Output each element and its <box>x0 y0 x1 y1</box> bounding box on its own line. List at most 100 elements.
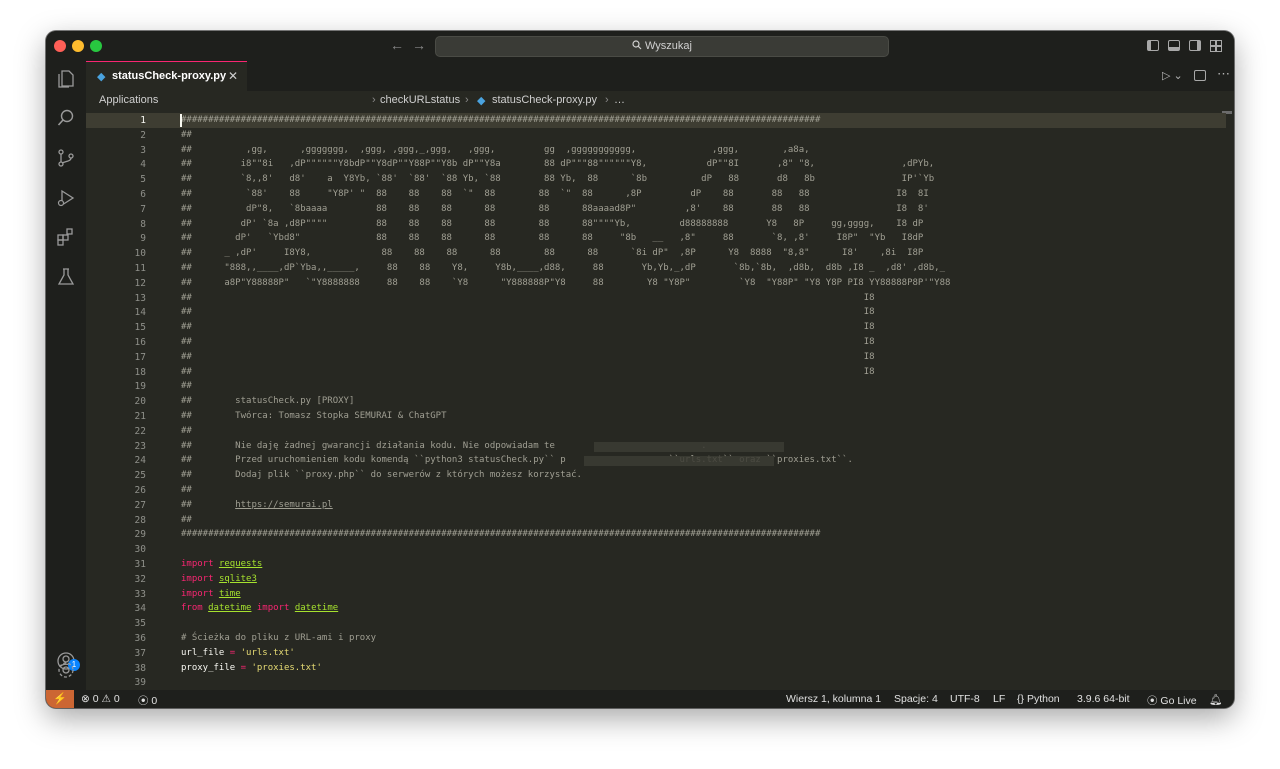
explorer-icon[interactable] <box>56 69 76 89</box>
code-line[interactable]: 31 import requests <box>86 557 1226 572</box>
encoding[interactable]: UTF-8 <box>950 693 980 705</box>
close-window-button[interactable] <box>54 40 66 52</box>
comment-text: ## `8,,8' d8' a Y8Yb, `88' `88' `88 Yb, … <box>181 174 935 185</box>
indentation[interactable]: Spacje: 4 <box>894 693 938 705</box>
breadcrumb-applications[interactable]: Applications <box>99 94 158 106</box>
code-line[interactable]: 10 ## _ ,dP' I8Y8, 88 88 88 88 88 88 `8i … <box>86 246 1226 261</box>
code-line[interactable]: 15 ## I8 <box>86 320 1226 335</box>
line-code: ## <box>181 483 192 498</box>
code-line[interactable]: 21 ## Twórca: Tomasz Stopka SEMURAI & Cha… <box>86 409 1226 424</box>
line-number: 1 <box>140 115 146 126</box>
go-live-label: Go Live <box>1160 695 1197 707</box>
minimize-window-button[interactable] <box>72 40 84 52</box>
comment-text: ## I8 <box>181 337 875 347</box>
language-mode[interactable]: {} Python <box>1017 693 1060 705</box>
toggle-panel-icon[interactable] <box>1168 40 1180 51</box>
comment-text: ## I8 <box>181 366 875 377</box>
line-number: 10 <box>134 248 146 260</box>
toggle-primary-sidebar-icon[interactable] <box>1147 40 1159 51</box>
code-line[interactable]: 12 ## a8P"Y88888P" `"Y8888888 88 88 `Y8 "… <box>86 276 1226 291</box>
code-line[interactable]: 28 ## <box>86 513 1226 528</box>
breadcrumb-symbol[interactable]: … <box>614 94 625 106</box>
line-number: 2 <box>140 129 146 141</box>
code-line[interactable]: 32 import sqlite3 <box>86 572 1226 587</box>
code-line[interactable]: 19 ## <box>86 379 1226 394</box>
code-line[interactable]: 39 <box>86 675 1226 690</box>
error-icon: ⊗ <box>81 693 90 705</box>
code-line[interactable]: 22 ## <box>86 424 1226 439</box>
customize-layout-icon[interactable] <box>1210 40 1222 52</box>
code-line[interactable]: 18 ## I8 <box>86 365 1226 380</box>
code-line[interactable]: 35 <box>86 616 1226 631</box>
line-number: 39 <box>134 677 146 689</box>
code-line[interactable]: 6 ## `88' 88 "Y8P' " 88 88 88 `" 88 88 `"… <box>86 187 1226 202</box>
remote-indicator-icon[interactable]: ⚡ <box>46 690 74 708</box>
code-line[interactable]: 1 #######################################… <box>86 113 1226 128</box>
language-label: Python <box>1026 693 1060 705</box>
notifications-bell-icon[interactable]: 🔔︎ <box>1209 693 1222 706</box>
code-line[interactable]: 7 ## dP"8, `8baaaa 88 88 88 88 88 88aaaad… <box>86 202 1226 217</box>
toggle-secondary-sidebar-icon[interactable] <box>1189 40 1201 51</box>
close-tab-icon[interactable]: ✕ <box>228 69 238 83</box>
go-live-button[interactable]: ⦿ Go Live <box>1147 693 1197 708</box>
breadcrumb-folder[interactable]: checkURLstatus <box>380 94 460 106</box>
breadcrumb-file[interactable]: statusCheck-proxy.py <box>492 94 597 106</box>
source-control-icon[interactable] <box>56 148 76 168</box>
back-arrow-icon[interactable]: ← <box>390 37 404 53</box>
ports-count: 0 <box>151 695 158 707</box>
line-code: ## I8 <box>181 335 875 350</box>
code-line[interactable]: 25 ## Dodaj plik ``proxy.php`` do serweró… <box>86 468 1226 483</box>
problems-indicator[interactable]: ⊗ 0 ⚠ 0 <box>81 693 120 705</box>
code-line[interactable]: 20 ## statusCheck.py [PROXY] <box>86 394 1226 409</box>
code-line[interactable]: 2 ## <box>86 128 1226 143</box>
command-center-search[interactable]: Wyszukaj <box>435 36 889 57</box>
code-line[interactable]: 27 ## https://semurai.pl <box>86 498 1226 513</box>
string-literal: 'urls.txt' <box>240 647 295 658</box>
code-line[interactable]: 33 import time <box>86 587 1226 602</box>
comment-text: ## Dodaj plik ``proxy.php`` do serwerów … <box>181 470 582 481</box>
code-line[interactable]: 34 from datetime import datetime <box>86 601 1226 616</box>
cursor-position[interactable]: Wiersz 1, kolumna 1 <box>786 693 881 705</box>
comment-text: ## <box>181 514 192 525</box>
run-python-file-icon[interactable]: ▷ ⌄ <box>1162 69 1183 82</box>
code-line[interactable]: 8 ## dP' `8a ,d8P"""" 88 88 88 88 88 88""… <box>86 217 1226 232</box>
code-line[interactable]: 3 ## ,gg, ,ggggggg, ,ggg, ,ggg,_,ggg, ,gg… <box>86 143 1226 158</box>
redacted-region <box>594 441 784 452</box>
maximize-window-button[interactable] <box>90 40 102 52</box>
run-and-debug-icon[interactable] <box>56 188 76 208</box>
search-view-icon[interactable] <box>56 108 76 128</box>
code-line[interactable]: 16 ## I8 <box>86 335 1226 350</box>
more-actions-icon[interactable]: ⋯ <box>1217 66 1230 82</box>
code-editor[interactable]: 1 #######################################… <box>86 111 1234 690</box>
testing-flask-icon[interactable] <box>56 267 76 287</box>
python-interpreter[interactable]: 3.9.6 64-bit <box>1077 693 1130 705</box>
code-line[interactable]: 11 ## "888,,____,dP`Yba,,_____, 88 88 Y8,… <box>86 261 1226 276</box>
ports-indicator[interactable]: ⦿ 0 <box>138 693 157 708</box>
code-line[interactable]: 36 # Ścieżka do pliku z URL-ami i proxy <box>86 631 1226 646</box>
line-number: 29 <box>134 529 146 541</box>
code-line[interactable]: 13 ## I8 <box>86 291 1226 306</box>
code-line[interactable]: 9 ## dP' `Ybd8" 88 88 88 88 88 88 "8b __ … <box>86 231 1226 246</box>
code-line[interactable]: 37 url_file = 'urls.txt' <box>86 646 1226 661</box>
code-line[interactable]: 30 <box>86 542 1226 557</box>
code-line[interactable]: 29 ######################################… <box>86 527 1226 542</box>
line-number: 18 <box>134 366 146 378</box>
code-line[interactable]: 26 ## <box>86 483 1226 498</box>
extensions-icon[interactable] <box>56 227 76 247</box>
code-line[interactable]: 38 proxy_file = 'proxies.txt' <box>86 661 1226 676</box>
tab-statuscheck-proxy[interactable]: ◆ statusCheck-proxy.py ✕ <box>86 61 247 91</box>
line-code: ## ,gg, ,ggggggg, ,ggg, ,ggg,_,ggg, ,ggg… <box>181 143 810 158</box>
line-code: ## `88' 88 "Y8P' " 88 88 88 `" 88 88 `" … <box>181 187 929 202</box>
end-of-line[interactable]: LF <box>993 693 1005 705</box>
variable-name: url_file <box>181 647 225 658</box>
code-line[interactable]: 17 ## I8 <box>86 350 1226 365</box>
manage-gear-icon[interactable] <box>56 660 76 680</box>
keyword: from <box>181 603 203 614</box>
code-line[interactable]: 4 ## i8""8i ,dP""""""Y8bdP""Y8dP""Y88P""Y… <box>86 157 1226 172</box>
line-code: ## I8 <box>181 350 875 365</box>
code-line[interactable]: 14 ## I8 <box>86 305 1226 320</box>
forward-arrow-icon[interactable]: → <box>412 37 426 53</box>
line-number: 14 <box>134 307 146 319</box>
split-editor-icon[interactable] <box>1194 70 1206 81</box>
code-line[interactable]: 5 ## `8,,8' d8' a Y8Yb, `88' `88' `88 Yb,… <box>86 172 1226 187</box>
